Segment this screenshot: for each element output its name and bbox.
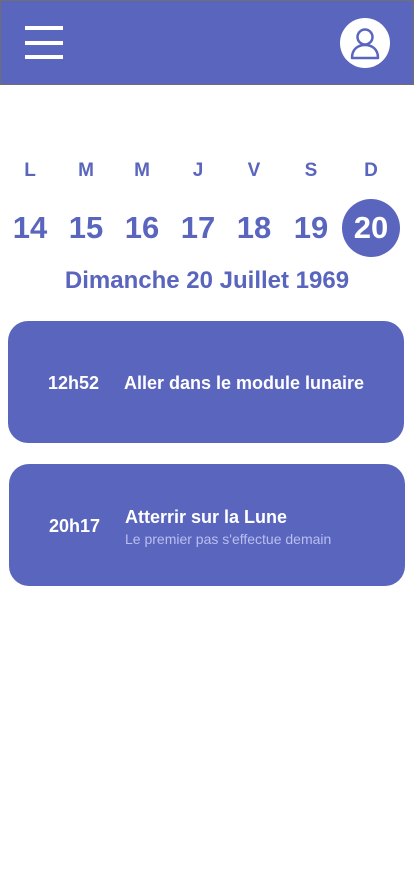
event-title: Atterrir sur la Lune xyxy=(125,507,288,527)
event-subtitle: Le premier pas s'effectue demain xyxy=(125,531,332,547)
calendar-day[interactable]: 19 xyxy=(282,199,340,257)
weekday-label: S xyxy=(304,160,318,181)
event-title: Aller dans le module lunaire xyxy=(124,373,365,393)
calendar-day[interactable]: 14 xyxy=(1,199,59,257)
calendar-day[interactable]: 18 xyxy=(225,199,283,257)
hamburger-menu-icon[interactable] xyxy=(25,26,63,60)
calendar-day[interactable]: 16 xyxy=(113,199,171,257)
weekday-label: L xyxy=(24,160,36,181)
calendar-day[interactable]: 15 xyxy=(57,199,115,257)
weekday-label: V xyxy=(247,160,261,181)
weekday-label: J xyxy=(192,160,204,181)
calendar-day-selected[interactable]: 20 xyxy=(342,199,400,257)
weekday-label: D xyxy=(364,160,378,181)
weekday-label: M xyxy=(134,160,150,181)
event-card[interactable]: 20h17 Atterrir sur la Lune Le premier pa… xyxy=(9,464,405,586)
weekday-header-row: L M M J V S D xyxy=(0,160,414,190)
calendar-day[interactable]: 17 xyxy=(169,199,227,257)
event-card[interactable]: 12h52 Aller dans le module lunaire xyxy=(8,321,404,443)
selected-date-label: Dimanche 20 Juillet 1969 xyxy=(64,267,350,294)
weekday-label: M xyxy=(78,160,94,181)
app-header xyxy=(0,0,414,85)
event-time: 20h17 xyxy=(49,516,101,536)
user-profile-icon[interactable] xyxy=(340,18,390,68)
event-time: 12h52 xyxy=(48,373,100,393)
